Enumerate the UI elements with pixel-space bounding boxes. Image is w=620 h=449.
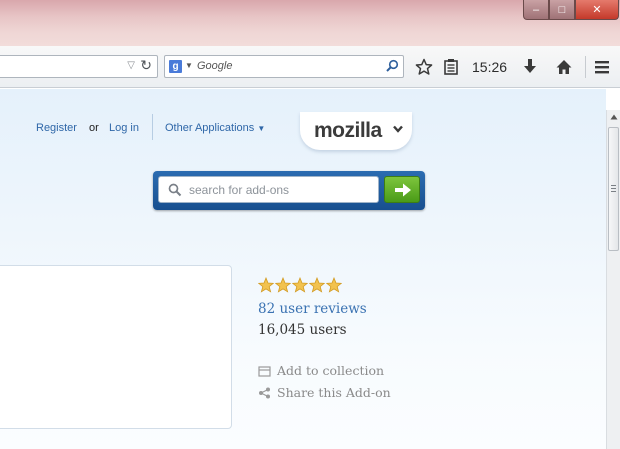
- star-icon: [309, 277, 325, 293]
- navigation-toolbar: ▽ ↻ g ▼ Google 15:26: [0, 46, 620, 88]
- add-to-collection-link[interactable]: Add to collection: [258, 363, 384, 378]
- home-icon[interactable]: [555, 58, 573, 76]
- google-engine-icon[interactable]: g: [169, 60, 182, 73]
- clock-display: 15:26: [472, 59, 508, 75]
- scroll-grip-icon: [611, 185, 616, 192]
- addon-search-input[interactable]: search for add-ons: [158, 176, 379, 203]
- share-icon: [259, 387, 270, 398]
- star-icon: [258, 277, 274, 293]
- window-titlebar: – □ ✕: [0, 0, 620, 46]
- url-history-dropdown-icon[interactable]: ▽: [127, 60, 135, 71]
- or-text: or: [89, 122, 99, 134]
- engine-dropdown-icon[interactable]: ▼: [185, 61, 193, 70]
- toolbar-separator: [585, 56, 586, 78]
- minimize-icon: –: [532, 3, 540, 16]
- other-applications-label: Other Applications: [165, 122, 255, 134]
- login-link[interactable]: Log in: [109, 122, 139, 134]
- star-icon: [275, 277, 291, 293]
- menu-icon[interactable]: [594, 58, 610, 76]
- search-placeholder: search for add-ons: [189, 183, 290, 197]
- search-engine-placeholder: Google: [197, 60, 233, 72]
- url-bar[interactable]: ▽ ↻: [0, 55, 158, 78]
- chevron-up-icon: [610, 114, 617, 120]
- search-icon: [168, 183, 182, 197]
- maximize-button[interactable]: □: [549, 0, 575, 20]
- chevron-down-icon: ▼: [257, 124, 266, 133]
- download-icon[interactable]: [522, 58, 538, 76]
- bookmark-star-icon[interactable]: [415, 58, 433, 76]
- mozilla-tab[interactable]: mozilla: [300, 112, 412, 150]
- arrow-right-icon: [395, 183, 411, 197]
- search-bar[interactable]: g ▼ Google: [164, 55, 404, 78]
- close-icon: ✕: [592, 4, 602, 16]
- collection-icon: [258, 365, 271, 377]
- user-count: 16,045 users: [258, 322, 347, 338]
- search-icon[interactable]: [385, 59, 399, 73]
- reading-list-icon[interactable]: [443, 58, 459, 76]
- scroll-up-button[interactable]: [607, 110, 620, 124]
- search-submit-button[interactable]: [384, 176, 420, 203]
- share-addon-link[interactable]: Share this Add-on: [258, 385, 391, 400]
- add-to-collection-label: Add to collection: [277, 363, 385, 378]
- addon-search-form: search for add-ons: [153, 171, 425, 210]
- rating-stars: [258, 277, 342, 293]
- share-addon-label: Share this Add-on: [277, 385, 391, 400]
- maximize-icon: □: [558, 3, 566, 16]
- scroll-thumb[interactable]: [608, 127, 619, 251]
- page-scrollbar[interactable]: [606, 110, 620, 449]
- star-icon: [292, 277, 308, 293]
- reload-icon[interactable]: ↻: [140, 57, 152, 74]
- star-icon: [326, 277, 342, 293]
- minimize-button[interactable]: –: [523, 0, 549, 20]
- header-divider: [152, 114, 153, 140]
- chevron-down-icon: [393, 125, 403, 133]
- other-applications-menu[interactable]: Other Applications ▼: [165, 122, 265, 134]
- register-link[interactable]: Register: [36, 122, 77, 134]
- close-button[interactable]: ✕: [575, 0, 619, 20]
- addon-preview-card: [0, 265, 232, 429]
- user-reviews-link[interactable]: 82 user reviews: [258, 301, 367, 317]
- mozilla-logo: mozilla: [314, 119, 382, 142]
- addon-page: Register or Log in Other Applications ▼ …: [0, 89, 606, 449]
